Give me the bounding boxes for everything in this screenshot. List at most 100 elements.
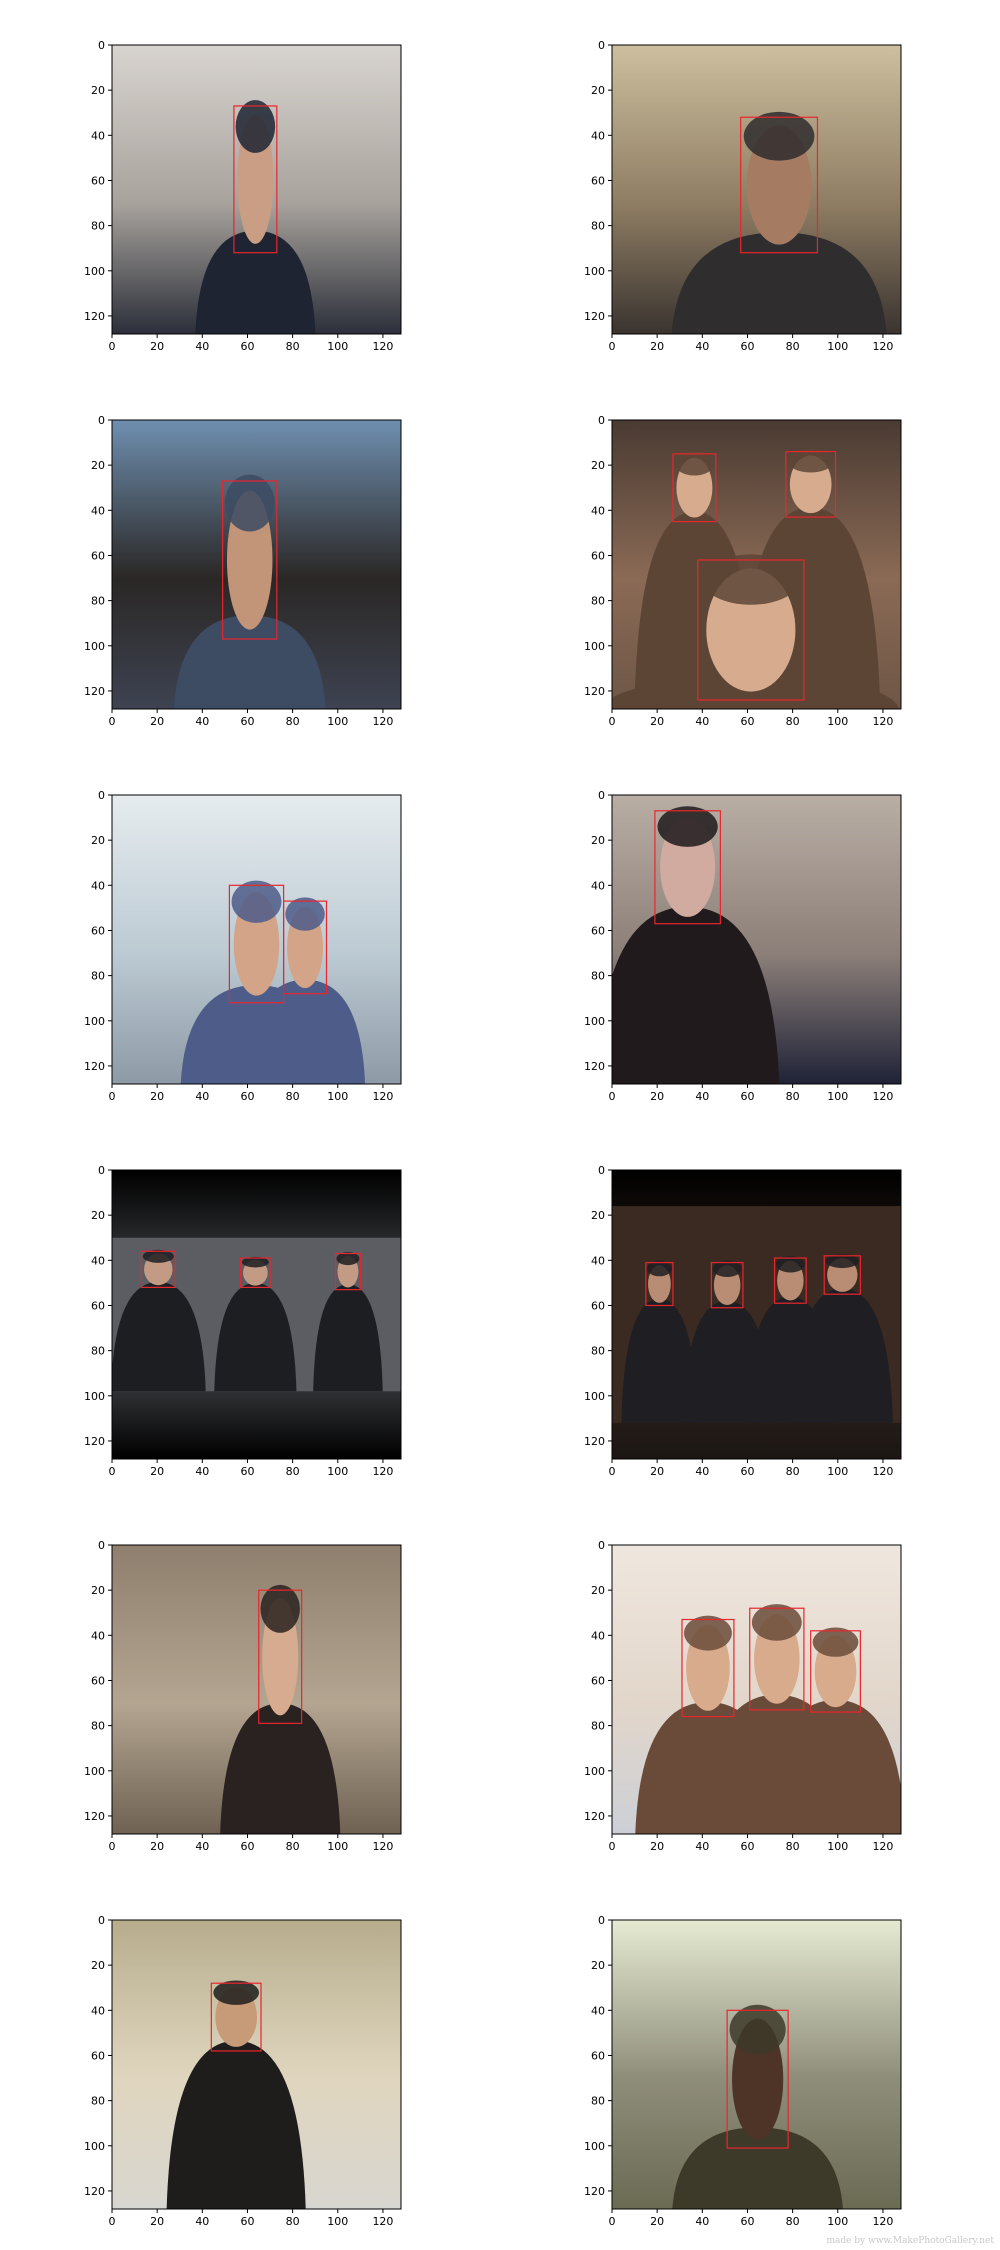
photo-woman-office-blurred	[112, 1545, 401, 1834]
person-hair	[684, 1615, 732, 1651]
y-tick-label: 40	[591, 2004, 605, 2017]
x-tick-label: 80	[786, 1090, 800, 1103]
y-tick-label: 0	[98, 414, 105, 427]
watermark-text: made by www.MakePhotoGallery.net	[826, 2236, 994, 2246]
x-tick-label: 120	[872, 340, 893, 353]
person-hair	[285, 897, 325, 931]
y-tick-label: 60	[91, 549, 105, 562]
y-tick-label: 100	[84, 2140, 105, 2153]
x-tick-label: 0	[609, 1840, 616, 1853]
face-detection-figure: 0 20 40 60 80 100 120 0 20 40 60 80 100 120 0 20 40 60 80 1…	[84, 39, 902, 2228]
image-panel: 0 20 40 60 80 100 120 0 20 40 60 80 100 120	[84, 1164, 402, 1478]
y-tick-label: 0	[598, 414, 605, 427]
x-tick-label: 100	[827, 1090, 848, 1103]
y-tick-label: 60	[591, 924, 605, 937]
y-tick-label: 100	[584, 640, 605, 653]
person-hair	[787, 448, 834, 473]
y-tick-label: 20	[591, 459, 605, 472]
x-tick-label: 80	[286, 1465, 300, 1478]
y-tick-label: 80	[91, 2095, 105, 2108]
y-tick-label: 100	[84, 1015, 105, 1028]
x-tick-label: 20	[150, 2215, 164, 2228]
y-tick-label: 120	[84, 685, 105, 698]
y-tick-label: 20	[91, 834, 105, 847]
x-tick-label: 20	[150, 715, 164, 728]
y-tick-label: 80	[591, 595, 605, 608]
y-tick-label: 20	[591, 834, 605, 847]
person-hair	[235, 100, 276, 153]
y-tick-label: 20	[591, 1959, 605, 1972]
y-tick-label: 20	[91, 459, 105, 472]
y-tick-label: 120	[84, 2185, 105, 2198]
y-tick-label: 100	[84, 1765, 105, 1778]
y-tick-label: 0	[598, 789, 605, 802]
y-tick-label: 0	[598, 1914, 605, 1927]
y-tick-label: 40	[91, 129, 105, 142]
x-tick-label: 120	[372, 2215, 393, 2228]
y-tick-label: 80	[91, 595, 105, 608]
y-tick-label: 20	[591, 1584, 605, 1597]
x-tick-label: 0	[109, 1090, 116, 1103]
y-tick-label: 40	[91, 1254, 105, 1267]
y-tick-label: 120	[84, 310, 105, 323]
y-tick-label: 60	[591, 2049, 605, 2062]
x-tick-label: 120	[872, 1840, 893, 1853]
x-tick-label: 60	[740, 2215, 754, 2228]
y-tick-label: 60	[91, 1674, 105, 1687]
y-tick-label: 120	[84, 1810, 105, 1823]
x-tick-label: 120	[372, 340, 393, 353]
image-panel: 0 20 40 60 80 100 120 0 20 40 60 80 100 120	[584, 789, 902, 1103]
x-tick-label: 0	[609, 1465, 616, 1478]
x-tick-label: 0	[609, 1090, 616, 1103]
x-tick-label: 100	[327, 340, 348, 353]
y-tick-label: 60	[591, 1299, 605, 1312]
x-tick-label: 40	[195, 1840, 209, 1853]
x-tick-label: 60	[240, 1465, 254, 1478]
y-tick-label: 120	[584, 1810, 605, 1823]
y-tick-label: 40	[91, 2004, 105, 2017]
x-tick-label: 40	[695, 1465, 709, 1478]
y-tick-label: 80	[591, 1345, 605, 1358]
y-tick-label: 120	[584, 1060, 605, 1073]
y-tick-label: 100	[584, 2140, 605, 2153]
y-tick-label: 80	[91, 1345, 105, 1358]
x-tick-label: 120	[372, 1090, 393, 1103]
y-tick-label: 0	[598, 39, 605, 52]
person-hair	[775, 1256, 805, 1273]
image-panel: 0 20 40 60 80 100 120 0 20 40 60 80 100 120	[584, 1164, 902, 1478]
photo-bearded-man-hoodie-room	[612, 45, 901, 334]
y-tick-label: 60	[591, 1674, 605, 1687]
x-tick-label: 100	[827, 1840, 848, 1853]
y-tick-label: 20	[591, 84, 605, 97]
y-tick-label: 120	[84, 1060, 105, 1073]
y-tick-label: 80	[91, 220, 105, 233]
x-tick-label: 60	[240, 1090, 254, 1103]
y-tick-label: 40	[91, 504, 105, 517]
person-hair	[712, 1260, 742, 1278]
y-tick-label: 80	[91, 970, 105, 983]
y-tick-label: 100	[584, 1390, 605, 1403]
x-tick-label: 40	[695, 1840, 709, 1853]
y-tick-label: 120	[584, 2185, 605, 2198]
x-tick-label: 40	[195, 340, 209, 353]
x-tick-label: 100	[327, 1465, 348, 1478]
y-tick-label: 0	[98, 789, 105, 802]
x-tick-label: 20	[650, 1840, 664, 1853]
x-tick-label: 120	[872, 2215, 893, 2228]
y-tick-label: 40	[591, 129, 605, 142]
photo-group-of-friends-closeup	[612, 420, 901, 709]
x-tick-label: 100	[827, 1465, 848, 1478]
x-tick-label: 100	[327, 715, 348, 728]
x-tick-label: 100	[327, 1840, 348, 1853]
x-tick-label: 80	[286, 1090, 300, 1103]
photo-couple-selfie-outdoors	[112, 795, 401, 1084]
y-tick-label: 40	[591, 504, 605, 517]
x-tick-label: 20	[650, 1090, 664, 1103]
person-hair	[231, 880, 282, 923]
x-tick-label: 120	[372, 1465, 393, 1478]
y-tick-label: 0	[98, 39, 105, 52]
person-hair	[646, 1260, 672, 1277]
x-tick-label: 100	[827, 715, 848, 728]
x-tick-label: 80	[286, 340, 300, 353]
y-tick-label: 20	[91, 1959, 105, 1972]
